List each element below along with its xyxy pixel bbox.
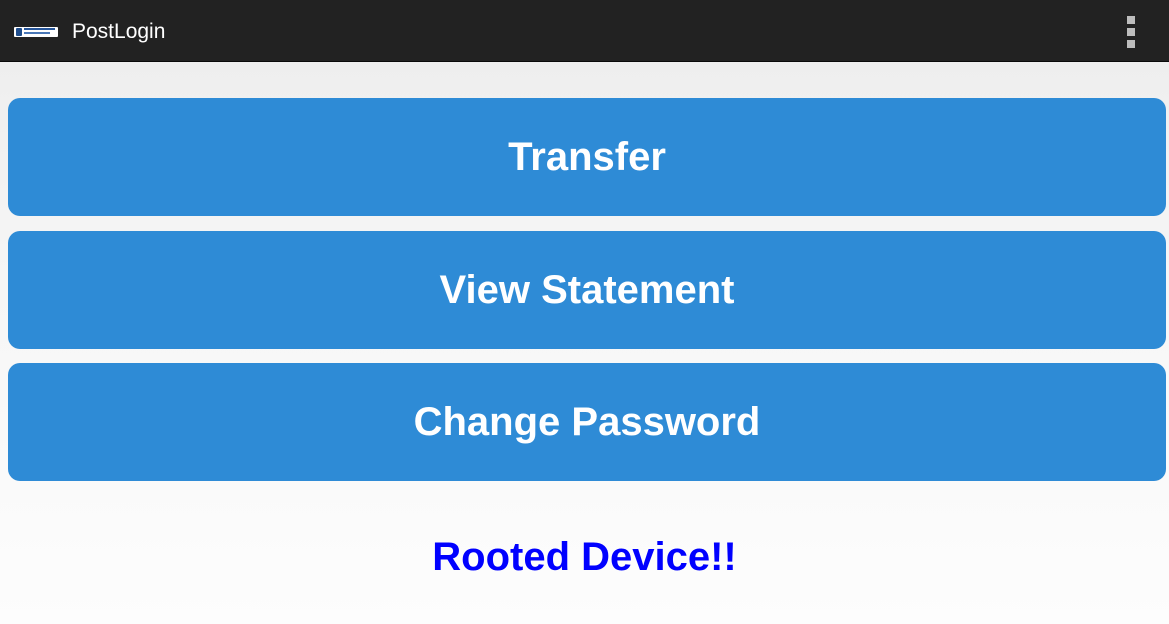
transfer-button-label: Transfer [508,134,666,179]
bank-logo-icon [14,27,58,37]
view-statement-button-label: View Statement [439,267,735,312]
overflow-menu-icon[interactable] [1116,12,1146,52]
rooted-device-warning: Rooted Device!! [432,535,737,579]
action-bar: PostLogin [0,0,1169,62]
transfer-button[interactable]: Transfer [8,98,1166,216]
change-password-button-label: Change Password [413,399,761,444]
app-title: PostLogin [72,20,166,43]
view-statement-button[interactable]: View Statement [8,231,1166,349]
change-password-button[interactable]: Change Password [8,363,1166,481]
